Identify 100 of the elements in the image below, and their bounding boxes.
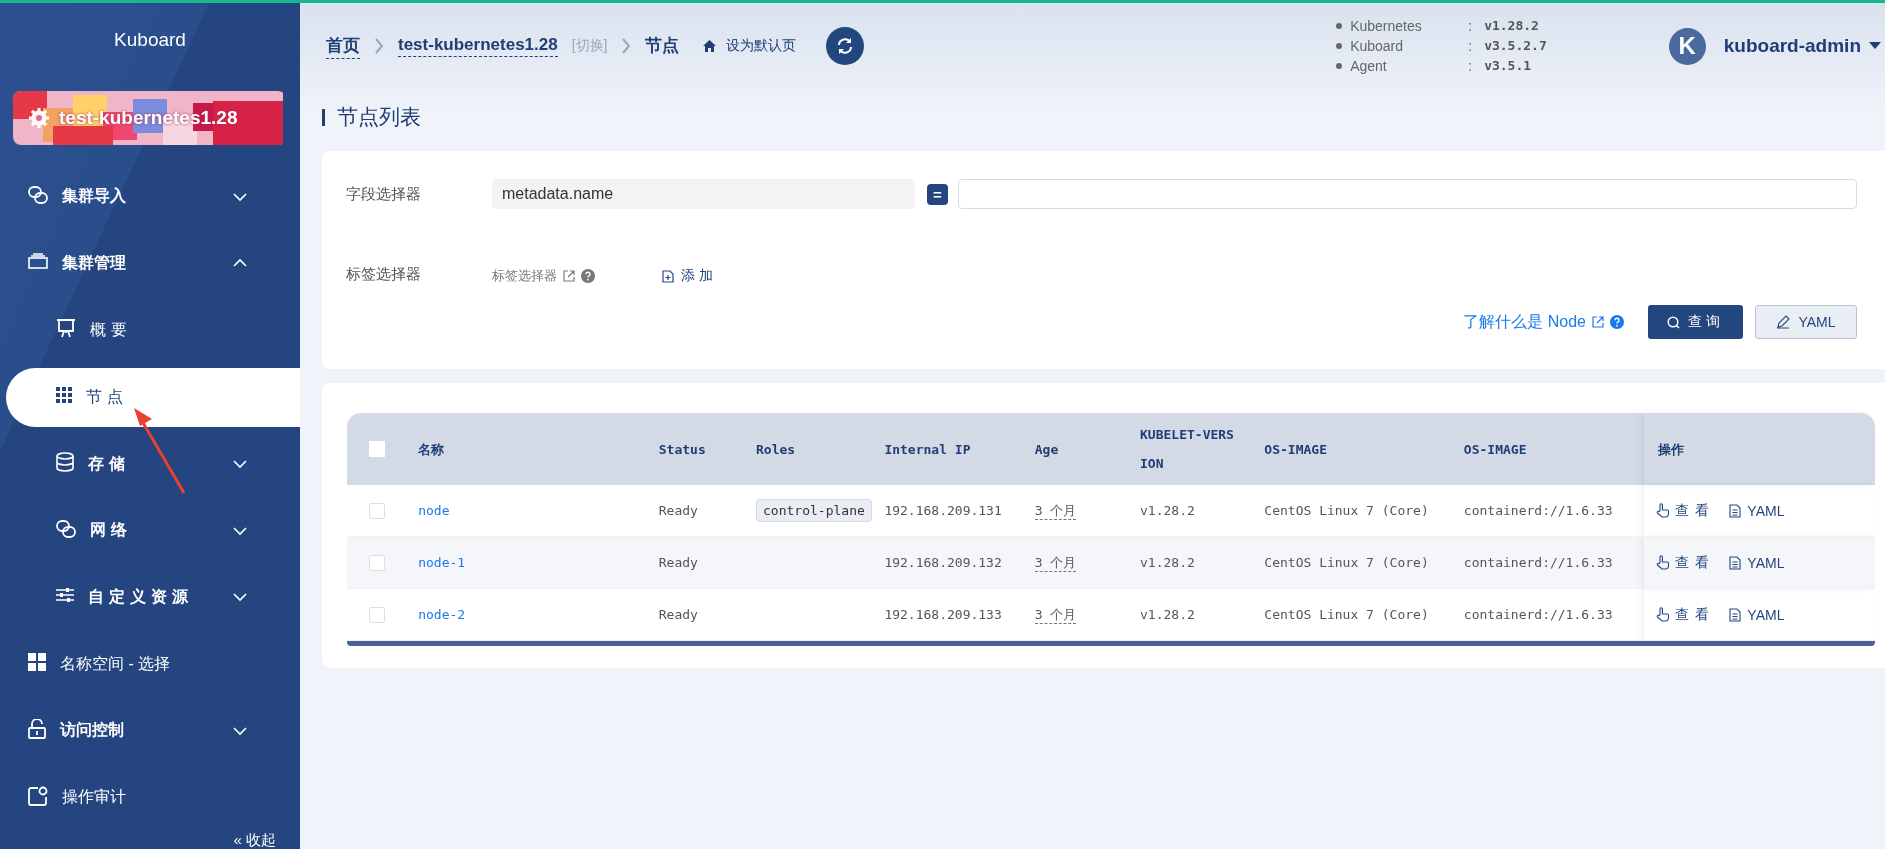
yaml-button[interactable]: YAML: [1729, 502, 1785, 519]
hand-pointer-icon: [1656, 503, 1670, 518]
page-title: 节点列表: [337, 104, 421, 130]
field-label: 字段选择器: [346, 184, 422, 204]
document-icon: [1729, 607, 1742, 622]
sidebar-item[interactable]: 名称空间 - 选择: [0, 630, 300, 698]
colon: :: [1468, 57, 1474, 76]
version-label: Agent: [1350, 57, 1388, 76]
table-cell: v1.28.2: [1140, 607, 1195, 622]
row-checkbox[interactable]: [369, 606, 385, 623]
table-cell: CentOS Linux 7 (Core): [1264, 555, 1429, 570]
value-field[interactable]: [958, 179, 1857, 209]
grid-icon: [28, 653, 46, 672]
table-cell: containerd://1.6.33: [1463, 607, 1613, 622]
table-cell: 192.168.209.132: [884, 555, 1002, 570]
table-cell: Ready: [658, 555, 698, 570]
chevron-down-icon: [232, 525, 248, 536]
help-icon: [581, 269, 595, 283]
easel-icon: [56, 318, 76, 339]
sidebar-item[interactable]: 操作审计: [0, 764, 300, 832]
user-avatar[interactable]: K: [1668, 27, 1706, 65]
collapse-link[interactable]: « 收起: [0, 831, 300, 849]
sidebar-item-selected[interactable]: 节点: [6, 367, 300, 427]
table-cell: 192.168.209.133: [884, 607, 1002, 622]
breadcrumb-item[interactable]: 首页: [326, 33, 360, 59]
node-link[interactable]: node: [418, 503, 450, 518]
database-icon: [56, 452, 74, 472]
version-value: v3.5.2.7: [1484, 37, 1547, 55]
link-icon: [28, 185, 48, 204]
table-cell: containerd://1.6.33: [1463, 503, 1613, 518]
version-value: v3.5.1: [1484, 57, 1533, 75]
label-selector-link[interactable]: 标签选择器: [492, 263, 652, 285]
sidebar-item[interactable]: 访问控制: [0, 697, 300, 765]
column-header: OS-IMAGE: [1463, 440, 1528, 459]
sidebar-item[interactable]: 概要: [0, 296, 300, 364]
gear-icon: [29, 108, 49, 129]
yaml-button[interactable]: YAML: [1729, 606, 1785, 623]
column-header: Internal IP: [884, 440, 972, 459]
document-icon: [1729, 503, 1742, 518]
horizontal-scrollbar[interactable]: [347, 641, 1875, 646]
add-button[interactable]: 添加: [662, 263, 717, 285]
table-cell: containerd://1.6.33: [1463, 555, 1613, 570]
external-link-icon: [1592, 316, 1604, 328]
key-field[interactable]: metadata.name: [492, 179, 915, 209]
document-icon: [1729, 555, 1742, 570]
hand-pointer-icon: [1656, 555, 1670, 570]
table-cell: CentOS Linux 7 (Core): [1264, 607, 1429, 622]
age-cell: 3 个月: [1034, 606, 1077, 624]
node-link[interactable]: node-1: [418, 555, 466, 570]
grid-icon: [56, 387, 72, 404]
breadcrumb-item: 节点: [645, 35, 680, 57]
stack-icon: [28, 253, 48, 270]
sidebar-item[interactable]: 网络: [0, 497, 300, 565]
lock-icon: [28, 718, 46, 739]
chevron-down-icon: [232, 191, 248, 202]
search-icon: [1667, 315, 1680, 329]
pen-icon: [1776, 315, 1791, 329]
chevron-right-icon: [374, 38, 384, 54]
user-menu[interactable]: kuboard-admin: [1723, 35, 1881, 57]
sidebar-item[interactable]: 自定义资源: [0, 564, 300, 631]
sidebar-item[interactable]: 存储: [0, 430, 300, 498]
colon: :: [1468, 37, 1474, 56]
caret-icon: [1869, 42, 1881, 50]
row-checkbox[interactable]: [369, 554, 385, 571]
column-header: 名称: [418, 440, 446, 459]
yaml-button[interactable]: YAML: [1755, 305, 1857, 339]
chevron-right-icon: [621, 38, 632, 54]
app-logo: Kuboard: [113, 28, 187, 52]
age-cell: 3 个月: [1034, 502, 1077, 520]
column-header: Status: [658, 440, 707, 459]
select-all-checkbox[interactable]: [369, 441, 385, 457]
set-default-button[interactable]: 设为默认页: [697, 36, 803, 56]
column-header: 操作: [1658, 440, 1686, 459]
query-button[interactable]: 查询: [1648, 305, 1743, 339]
home-icon: [703, 40, 717, 52]
operator-button[interactable]: =: [927, 183, 948, 205]
view-button[interactable]: 查看: [1656, 553, 1716, 572]
version-label: Kuboard: [1350, 37, 1405, 56]
refresh-button[interactable]: [826, 27, 865, 65]
bullet-icon: [1336, 63, 1343, 69]
column-header: Age: [1034, 440, 1060, 459]
sliders-icon: [56, 587, 74, 604]
column-header: OS-IMAGE: [1264, 440, 1328, 459]
chevron-up-icon: [232, 258, 248, 269]
node-link[interactable]: node-2: [418, 607, 466, 622]
view-button[interactable]: 查看: [1656, 501, 1716, 520]
external-link-icon: [563, 270, 575, 282]
view-button[interactable]: 查看: [1656, 605, 1716, 624]
column-header: Roles: [756, 440, 797, 459]
add-file-icon: [662, 269, 674, 283]
sidebar-item[interactable]: 集群导入: [0, 163, 300, 231]
row-checkbox[interactable]: [369, 502, 385, 519]
help-link[interactable]: 了解什么是 Node: [1463, 311, 1624, 333]
audit-icon: [28, 785, 48, 806]
hand-pointer-icon: [1656, 607, 1670, 622]
role-tag: control-plane: [756, 499, 872, 522]
field-label: 标签选择器: [346, 264, 422, 284]
sidebar-item[interactable]: 集群管理: [0, 230, 300, 297]
yaml-button[interactable]: YAML: [1729, 554, 1785, 571]
breadcrumb-item[interactable]: test-kubernetes1.28: [398, 35, 558, 57]
